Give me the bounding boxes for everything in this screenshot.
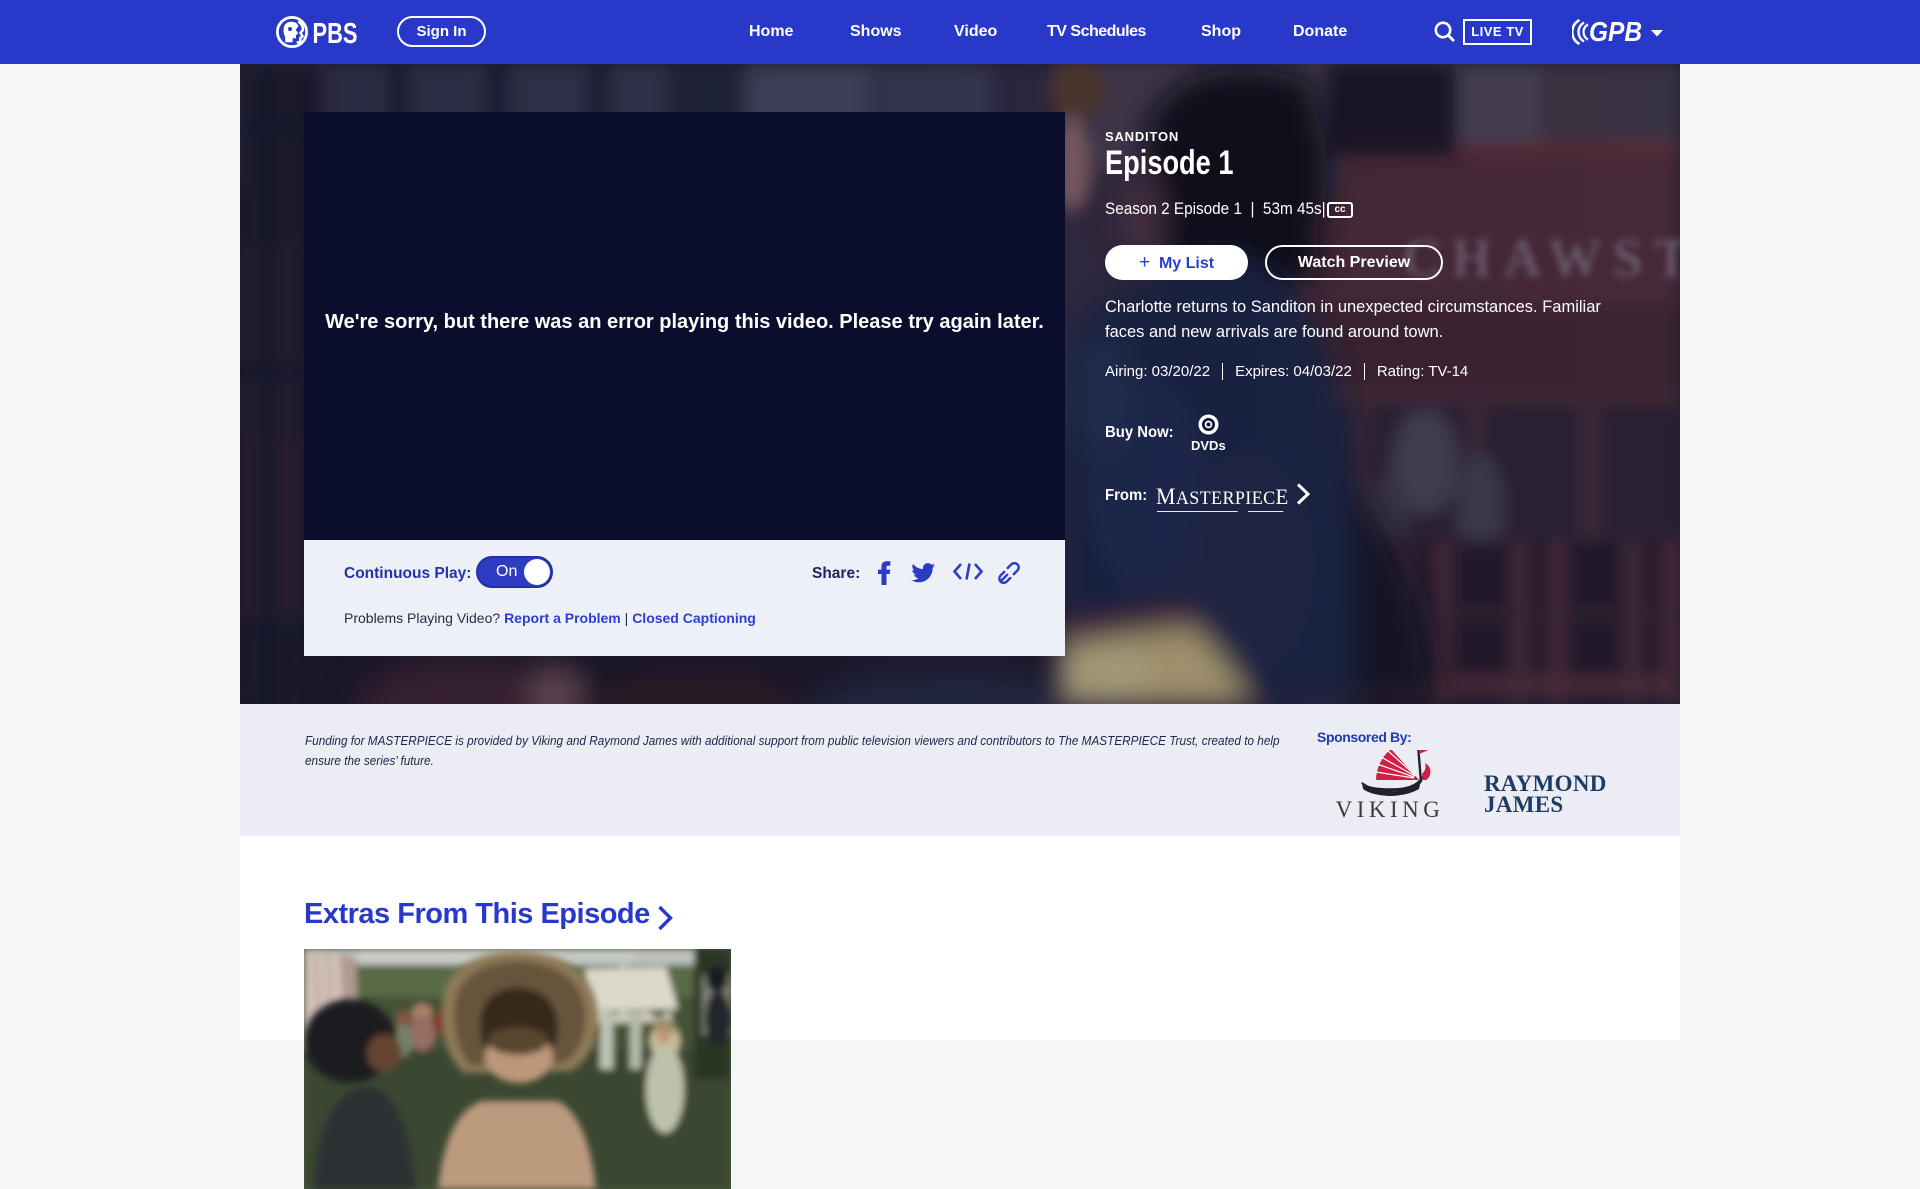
svg-text:PBS: PBS (313, 18, 358, 48)
svg-text:VIKING: VIKING (1336, 797, 1445, 822)
svg-text:GPB: GPB (1589, 16, 1642, 47)
